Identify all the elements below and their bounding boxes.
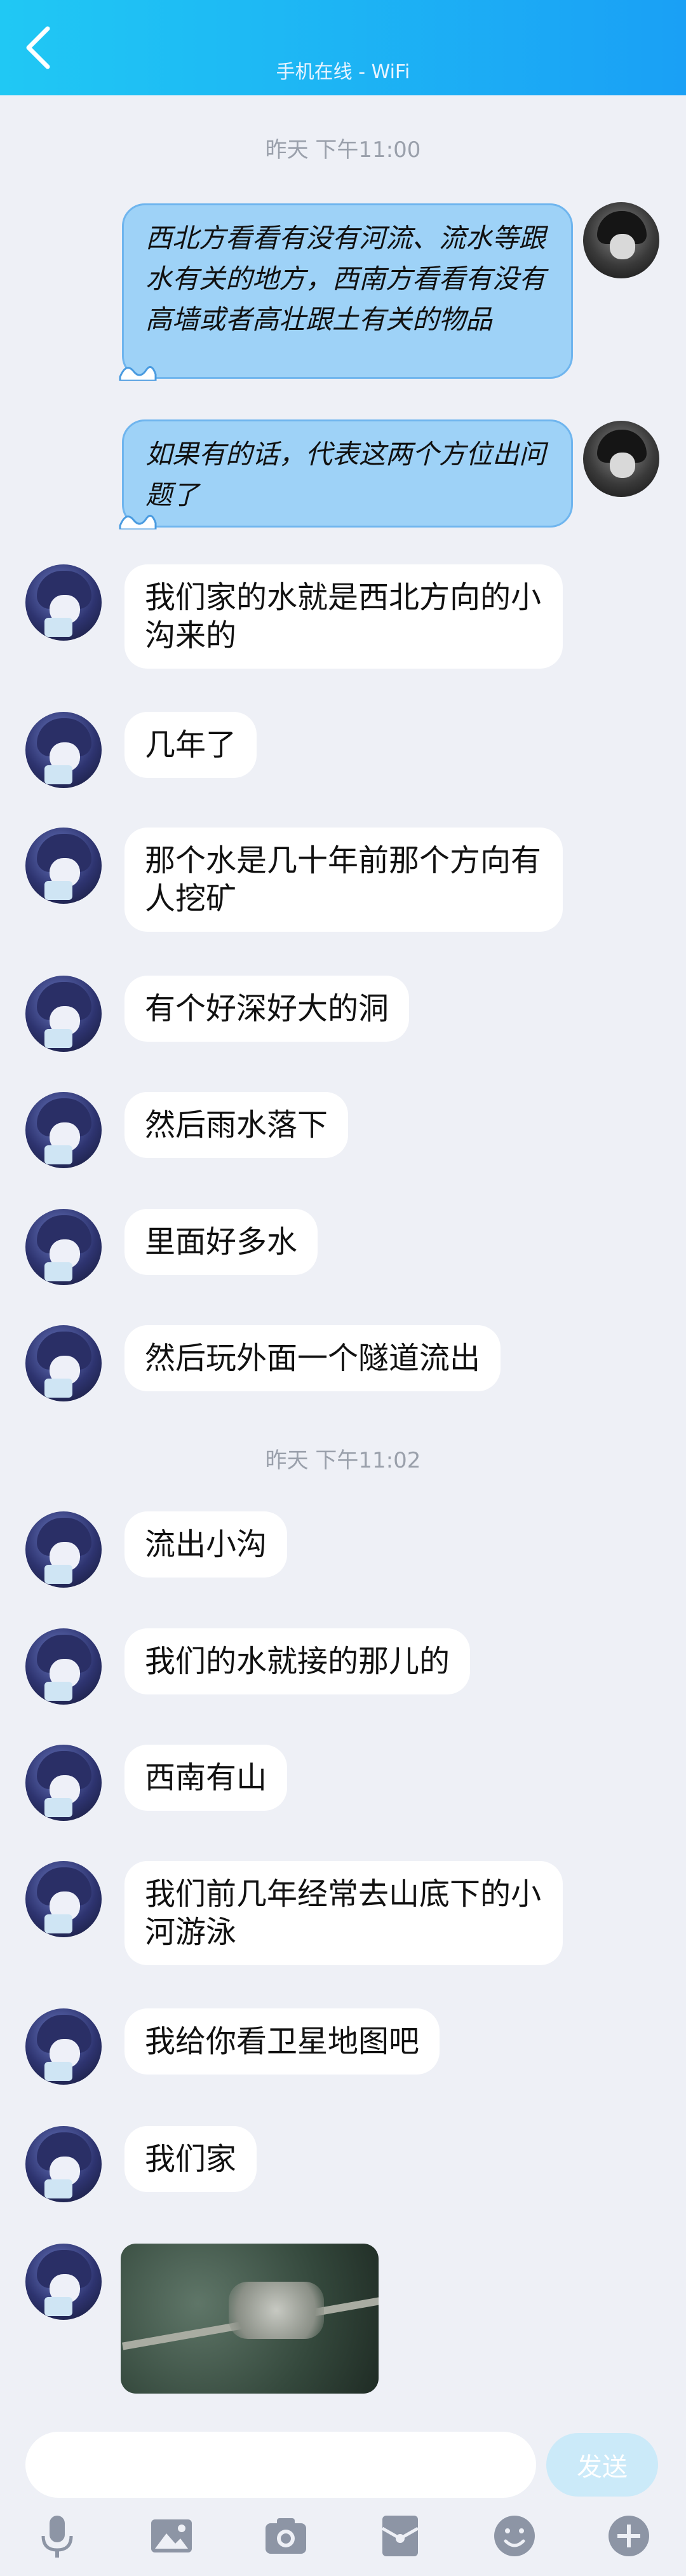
sent-message[interactable]: 西北方看看有没有河流、流水等跟水有关的地方，西南方看看有没有高墙或者高壮跟土有关… <box>119 203 573 381</box>
chat-header: 手机在线 - WiFi <box>0 0 686 95</box>
timestamp: 昨天 下午11:00 <box>265 137 421 163</box>
composer-bar: 发送 <box>0 2422 686 2576</box>
contact-avatar[interactable] <box>25 1511 102 1588</box>
received-message[interactable]: 我们的水就接的那儿的 <box>124 1628 471 1694</box>
plus-icon[interactable] <box>603 2511 654 2561</box>
contact-avatar[interactable] <box>25 1745 102 1821</box>
contact-avatar[interactable] <box>25 828 102 904</box>
received-message[interactable]: 然后玩外面一个隧道流出 <box>124 1325 501 1391</box>
online-status: 手机在线 - WiFi <box>276 61 410 83</box>
received-message[interactable]: 我们前几年经常去山底下的小河游泳 <box>124 1861 563 1965</box>
sent-message-text: 如果有的话，代表这两个方位出问题了 <box>145 439 546 510</box>
received-message[interactable]: 几年了 <box>124 712 257 778</box>
timestamp: 昨天 下午11:02 <box>265 1448 421 1473</box>
emoji-icon[interactable] <box>489 2511 540 2561</box>
contact-avatar[interactable] <box>25 1628 102 1705</box>
red-packet-icon[interactable] <box>375 2511 426 2561</box>
mic-icon[interactable] <box>32 2511 83 2561</box>
contact-avatar[interactable] <box>25 976 102 1052</box>
message-list[interactable]: 昨天 下午11:00 西北方看看有没有河流、流水等跟水有关的地方，西南方看看有没… <box>0 95 686 2422</box>
contact-avatar[interactable] <box>25 2008 102 2085</box>
camera-icon[interactable] <box>260 2511 311 2561</box>
wave-decoration-icon <box>119 365 157 381</box>
contact-avatar[interactable] <box>25 1325 102 1401</box>
received-message[interactable]: 然后雨水落下 <box>124 1092 349 1158</box>
contact-avatar[interactable] <box>25 1861 102 1937</box>
received-message[interactable]: 我们家 <box>124 2126 257 2192</box>
received-message[interactable]: 我给你看卫星地图吧 <box>124 2008 440 2075</box>
contact-avatar[interactable] <box>25 2244 102 2320</box>
image-icon[interactable] <box>146 2511 197 2561</box>
received-message[interactable]: 西南有山 <box>124 1745 288 1811</box>
sent-message-text: 西北方看看有没有河流、流水等跟水有关的地方，西南方看看有没有高墙或者高壮跟土有关… <box>145 222 546 335</box>
message-input[interactable] <box>25 2432 536 2498</box>
received-message[interactable]: 有个好深好大的洞 <box>124 976 410 1042</box>
contact-avatar[interactable] <box>25 1209 102 1285</box>
my-avatar[interactable] <box>583 421 659 497</box>
contact-avatar[interactable] <box>25 1092 102 1168</box>
sent-message[interactable]: 如果有的话，代表这两个方位出问题了 <box>119 419 573 529</box>
satellite-map-image[interactable] <box>121 2244 379 2394</box>
received-message[interactable]: 那个水是几十年前那个方向有人挖矿 <box>124 828 563 932</box>
my-avatar[interactable] <box>583 202 659 278</box>
contact-avatar[interactable] <box>25 712 102 788</box>
contact-avatar[interactable] <box>25 564 102 641</box>
received-message[interactable]: 里面好多水 <box>124 1209 318 1275</box>
send-button[interactable]: 发送 <box>546 2433 658 2497</box>
received-message[interactable]: 我们家的水就是西北方向的小沟来的 <box>124 564 563 669</box>
received-message[interactable]: 流出小沟 <box>124 1511 288 1578</box>
contact-avatar[interactable] <box>25 2126 102 2202</box>
wave-decoration-icon <box>119 514 157 529</box>
